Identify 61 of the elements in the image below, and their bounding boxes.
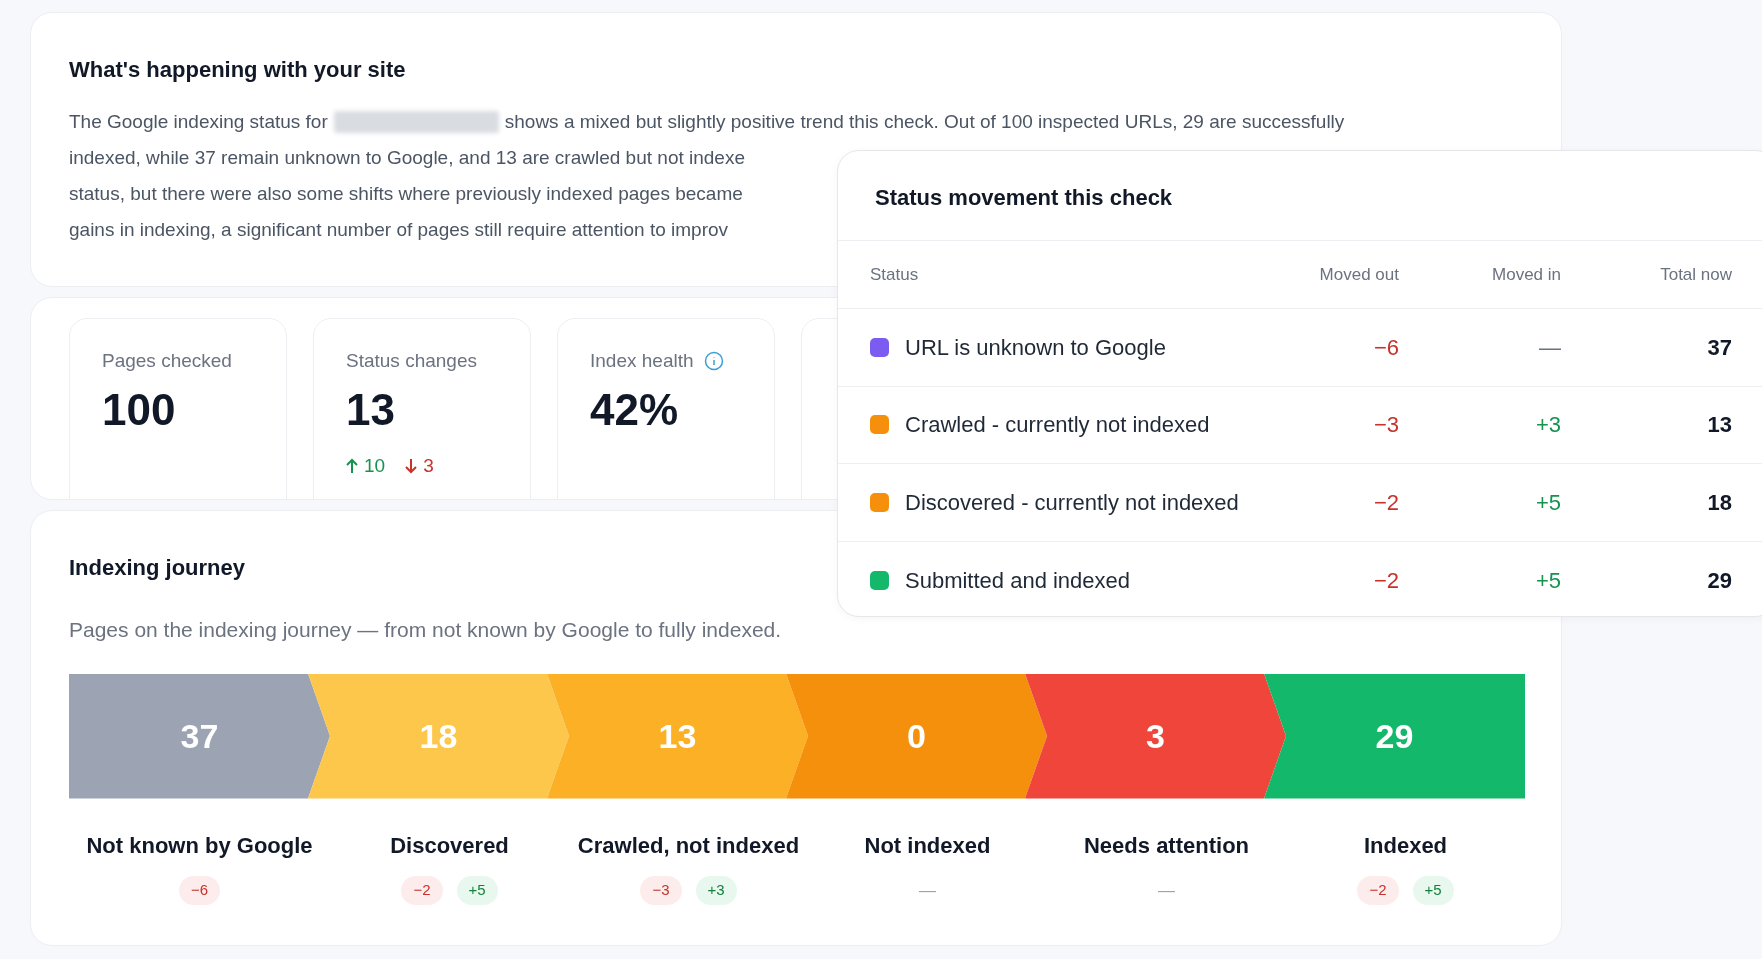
column-header: Moved out [1319, 263, 1399, 286]
moved-out-value: −2 [1373, 488, 1399, 517]
stat-label: Status changes [346, 349, 477, 373]
stage-segment: 13 [547, 673, 808, 799]
stage-segment: 0 [786, 673, 1047, 799]
change-badge: −6 [178, 876, 221, 905]
moved-out-value: −2 [1373, 566, 1399, 595]
stage-label: Not indexed [863, 831, 991, 860]
panel-title: Status movement this check [838, 151, 1762, 241]
moved-out-value: −3 [1373, 411, 1399, 440]
summary-text: status, but there were also some shifts where previously indexed pages became [69, 182, 743, 206]
change-badge: +5 [1412, 876, 1454, 905]
moved-in-value: +3 [1535, 411, 1561, 440]
info-icon[interactable] [703, 351, 724, 372]
total-value: 18 [1707, 488, 1732, 517]
summary-text: shows a mixed but slightly positive trend this check. Out of 100 inspected URLs, 29 are successfully [504, 110, 1345, 134]
no-change-mark: — [1158, 879, 1175, 902]
stat-label: Index health [590, 349, 694, 373]
stage-label: Not known by Google [86, 831, 313, 860]
arrow-up-icon [346, 457, 358, 474]
status-name: Discovered - currently not indexed [905, 488, 1239, 517]
summary-text: gains in indexing, a significant number of pages still require attention to improv [69, 218, 729, 242]
arrow-down-icon [405, 457, 418, 474]
moved-in-value: +5 [1535, 488, 1561, 517]
stage-label: Needs attention [1083, 831, 1249, 860]
change-badge: −2 [401, 876, 443, 905]
status-name: URL is unknown to Google [905, 333, 1166, 362]
stage-label: Crawled, not indexed [576, 831, 800, 860]
change-badge: +3 [695, 876, 737, 905]
change-badge: −2 [1357, 876, 1399, 905]
stage-label: Discovered [389, 831, 509, 860]
card-subtitle: Pages on the indexing journey — from not known by Google to fully indexed. [69, 617, 783, 643]
column-header: Moved in [1492, 263, 1561, 286]
increase-count: 10 [364, 453, 386, 478]
column-header: Status [870, 263, 920, 286]
summary-text: indexed, while 37 remain unknown to Google, and 13 are crawled but not indexe [69, 146, 745, 170]
stage-segment: 29 [1264, 673, 1525, 799]
stat-value: 13 [346, 387, 396, 432]
status-name: Crawled - currently not indexed [905, 411, 1210, 440]
decrease-count: 3 [423, 453, 434, 478]
no-change-mark: — [919, 879, 936, 902]
card-title: Indexing journey [69, 554, 246, 582]
change-badge: +5 [456, 876, 498, 905]
summary-text: The Google indexing status for [69, 110, 328, 134]
change-badge: −3 [640, 876, 682, 905]
moved-out-value: −6 [1373, 333, 1399, 362]
moved-in-value: +5 [1535, 566, 1561, 595]
moved-in-value: — [1539, 333, 1561, 362]
stage-segment: 3 [1025, 673, 1286, 799]
total-value: 13 [1707, 411, 1732, 440]
stage-label: Indexed [1362, 831, 1448, 860]
stat-label: Pages checked [102, 349, 232, 373]
total-value: 37 [1707, 333, 1732, 362]
total-value: 29 [1707, 566, 1732, 595]
stat-value: 42% [590, 387, 680, 432]
card-title: What's happening with your site [69, 56, 406, 84]
column-header: Total now [1660, 263, 1732, 286]
stat-value: 100 [102, 387, 177, 432]
stage-segment: 18 [308, 673, 569, 799]
status-name: Submitted and indexed [905, 566, 1131, 595]
stage-segment: 37 [69, 673, 330, 799]
